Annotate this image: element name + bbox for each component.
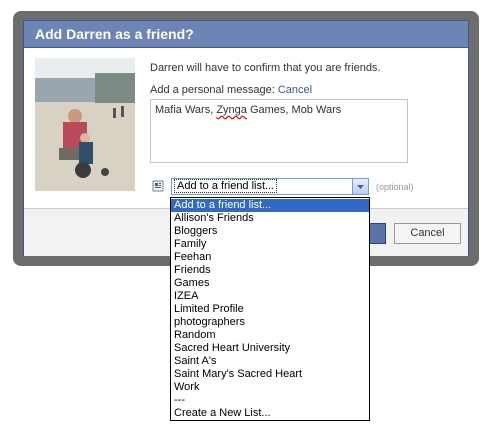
friend-list-dropdown: Add to a friend list... Allison's Friend…	[170, 197, 370, 421]
dropdown-option[interactable]: Random	[171, 329, 369, 342]
dropdown-option[interactable]: Games	[171, 277, 369, 290]
message-text-part: Mafia Wars,	[155, 104, 217, 116]
personal-message-label-text: Add a personal message:	[150, 84, 275, 96]
message-misspelled-word: Zynga	[216, 104, 247, 116]
dropdown-option[interactable]: photographers	[171, 316, 369, 329]
dropdown-option[interactable]: Work	[171, 381, 369, 394]
confirm-text: Darren will have to confirm that you are…	[150, 62, 381, 74]
dropdown-option[interactable]: Add to a friend list...	[171, 199, 369, 212]
cancel-message-link[interactable]: Cancel	[278, 84, 312, 96]
dropdown-separator-option: ---	[174, 394, 185, 406]
dropdown-option[interactable]: Limited Profile	[171, 303, 369, 316]
personal-message-label: Add a personal message: Cancel	[150, 84, 312, 96]
dropdown-option[interactable]: Saint A's	[171, 355, 369, 368]
dropdown-option[interactable]: Bloggers	[171, 225, 369, 238]
personal-message-input[interactable]: Mafia Wars, Zynga Games, Mob Wars	[150, 99, 408, 163]
dropdown-option[interactable]: Allison's Friends	[171, 212, 369, 225]
dropdown-option[interactable]: Saint Mary's Sacred Heart	[171, 368, 369, 381]
chevron-down-icon	[357, 185, 364, 189]
dropdown-arrow-button[interactable]	[352, 179, 368, 194]
message-text-part: Games, Mob Wars	[246, 104, 342, 116]
friend-list-icon	[152, 180, 164, 192]
dropdown-option[interactable]: Feehan	[171, 251, 369, 264]
dropdown-option[interactable]: Sacred Heart University	[171, 342, 369, 355]
friend-list-select[interactable]: Add to a friend list...	[171, 178, 369, 195]
friend-list-select-value: Add to a friend list...	[173, 179, 278, 193]
profile-photo	[35, 58, 135, 191]
dropdown-option-create-list[interactable]: Create a New List...	[171, 407, 369, 420]
dropdown-option[interactable]: IZEA	[171, 290, 369, 303]
dropdown-option[interactable]: Family	[171, 238, 369, 251]
dropdown-option[interactable]: Friends	[171, 264, 369, 277]
optional-label: (optional)	[376, 182, 414, 192]
cancel-button[interactable]: Cancel	[394, 223, 461, 244]
dialog-title: Add Darren as a friend?	[24, 21, 468, 48]
